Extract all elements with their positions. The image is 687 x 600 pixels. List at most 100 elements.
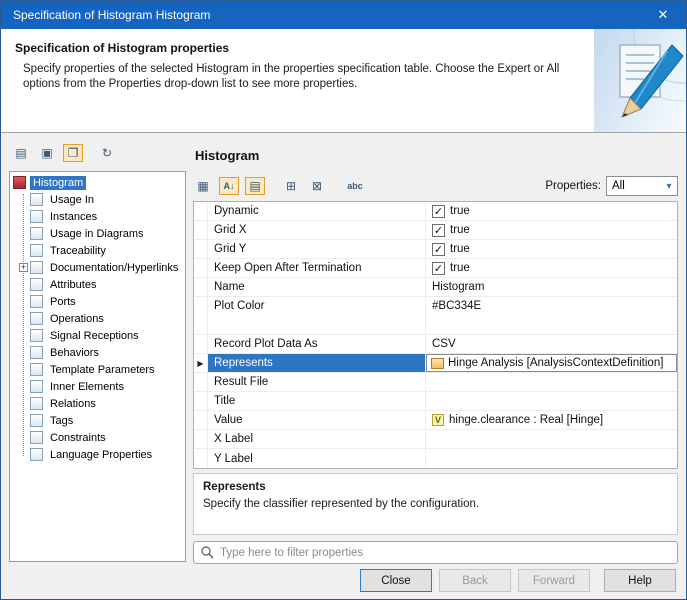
tree-item-label: Documentation/Hyperlinks [47, 261, 181, 275]
property-row-keep-open-after-termination[interactable]: Keep Open After Termination✓true [194, 259, 677, 278]
property-name: Grid Y [208, 240, 426, 258]
element-icon [30, 448, 43, 461]
checkbox-checked-icon[interactable]: ✓ [432, 205, 445, 218]
property-row-value[interactable]: ValueVhinge.clearance : Real [Hinge] [194, 411, 677, 430]
customize-icon[interactable]: abc [345, 177, 365, 195]
sort-alphabetically-icon[interactable]: A↓ [219, 177, 239, 195]
row-margin [194, 411, 208, 429]
property-row-y-label[interactable]: Y Label [194, 449, 677, 468]
tree-item-language-properties[interactable]: Language Properties [10, 446, 185, 463]
value-text: Histogram [432, 281, 484, 293]
row-margin [194, 449, 208, 468]
tree-item-label: Traceability [47, 244, 109, 258]
close-icon[interactable]: ✕ [640, 1, 686, 29]
property-row-dynamic[interactable]: Dynamic✓true [194, 202, 677, 221]
close-dialog-button[interactable]: Close [360, 569, 432, 592]
element-icon [30, 414, 43, 427]
tree-item-documentation-hyperlinks[interactable]: + Documentation/Hyperlinks [10, 259, 185, 276]
value-text: #BC334E [432, 300, 481, 312]
property-name: Result File [208, 373, 426, 391]
tree-item-label: Template Parameters [47, 363, 158, 377]
property-name: Keep Open After Termination [208, 259, 426, 277]
checkbox-checked-icon[interactable]: ✓ [432, 224, 445, 237]
grid-view-icon[interactable]: ▤ [11, 144, 31, 162]
property-row-title[interactable]: Title [194, 392, 677, 411]
spec-tree[interactable]: HistogramUsage InInstancesUsage in Diagr… [9, 171, 186, 562]
property-name: X Label [208, 430, 426, 448]
property-name: Represents [208, 354, 426, 372]
titlebar[interactable]: Specification of Histogram Histogram ✕ [1, 1, 686, 29]
tree-item-attributes[interactable]: Attributes [10, 276, 185, 293]
element-icon [30, 312, 43, 325]
collapse-all-icon[interactable]: ⊠ [307, 177, 327, 195]
header-title: Specification of Histogram properties [15, 41, 229, 55]
tree-item-label: Ports [47, 295, 79, 309]
row-margin [194, 297, 208, 334]
histogram-icon [13, 176, 26, 189]
tree-item-constraints[interactable]: Constraints [10, 429, 185, 446]
element-icon [30, 295, 43, 308]
property-value [426, 373, 677, 391]
checkbox-label: true [450, 205, 470, 217]
property-row-represents[interactable]: ▶RepresentsHinge Analysis [AnalysisConte… [194, 354, 677, 373]
row-margin [194, 392, 208, 410]
checkbox-checked-icon[interactable]: ✓ [432, 243, 445, 256]
properties-mode-dropdown[interactable]: All ▾ [606, 176, 678, 196]
tree-item-ports[interactable]: Ports [10, 293, 185, 310]
tree-item-usage-in[interactable]: Usage In [10, 191, 185, 208]
row-margin [194, 240, 208, 258]
refresh-icon[interactable]: ↻ [97, 144, 117, 162]
tree-item-behaviors[interactable]: Behaviors [10, 344, 185, 361]
chevron-down-icon: ▾ [661, 181, 677, 192]
property-row-record-plot-data-as[interactable]: Record Plot Data AsCSV [194, 335, 677, 354]
categorized-view-icon[interactable]: ▦ [193, 177, 213, 195]
property-value: Histogram [426, 278, 677, 296]
tree-item-histogram[interactable]: Histogram [10, 174, 185, 191]
tree-item-inner-elements[interactable]: Inner Elements [10, 378, 185, 395]
property-value: CSV [426, 335, 677, 353]
property-description-panel: Represents Specify the classifier repres… [193, 473, 678, 535]
help-button[interactable]: Help [604, 569, 676, 592]
tree-item-traceability[interactable]: Traceability [10, 242, 185, 259]
expand-toggle-icon[interactable]: + [19, 263, 28, 272]
property-value: Vhinge.clearance : Real [Hinge] [426, 411, 677, 429]
value-text: CSV [432, 338, 456, 350]
tree-item-usage-in-diagrams[interactable]: Usage in Diagrams [10, 225, 185, 242]
property-row-grid-y[interactable]: Grid Y✓true [194, 240, 677, 259]
checkbox-label: true [450, 224, 470, 236]
element-value-text: Hinge Analysis [AnalysisContextDefinitio… [448, 357, 663, 369]
tree-item-label: Inner Elements [47, 380, 127, 394]
row-margin [194, 259, 208, 277]
property-row-grid-x[interactable]: Grid X✓true [194, 221, 677, 240]
expert-mode-icon[interactable]: ▤ [245, 177, 265, 195]
element-icon [30, 363, 43, 376]
value-property-icon: V [432, 414, 444, 426]
property-row-x-label[interactable]: X Label [194, 430, 677, 449]
element-icon [30, 431, 43, 444]
tree-item-operations[interactable]: Operations [10, 310, 185, 327]
tree-item-label: Language Properties [47, 448, 155, 462]
property-row-name[interactable]: NameHistogram [194, 278, 677, 297]
tree-view-icon[interactable]: ▣ [37, 144, 57, 162]
property-row-result-file[interactable]: Result File [194, 373, 677, 392]
property-value: Hinge Analysis [AnalysisContextDefinitio… [426, 354, 677, 372]
tree-item-instances[interactable]: Instances [10, 208, 185, 225]
expand-all-icon[interactable]: ⊞ [281, 177, 301, 195]
element-value-editor[interactable]: Hinge Analysis [AnalysisContextDefinitio… [426, 354, 677, 372]
property-value: #BC334E [426, 297, 677, 334]
compartments-view-icon[interactable]: ❐ [63, 144, 83, 162]
element-icon [30, 278, 43, 291]
property-row-plot-color[interactable]: Plot Color#BC334E [194, 297, 677, 335]
tree-item-template-parameters[interactable]: Template Parameters [10, 361, 185, 378]
tree-item-tags[interactable]: Tags [10, 412, 185, 429]
filter-area [193, 541, 678, 564]
props-toolbar-icons: ▦ A↓ ▤ ⊞ ⊠ abc [193, 177, 545, 195]
tree-item-signal-receptions[interactable]: Signal Receptions [10, 327, 185, 344]
tree-item-relations[interactable]: Relations [10, 395, 185, 412]
element-icon [30, 329, 43, 342]
checkbox-checked-icon[interactable]: ✓ [432, 262, 445, 275]
tree-item-label: Histogram [30, 176, 86, 190]
filter-input[interactable] [193, 541, 678, 564]
description-text: Specify the classifier represented by th… [203, 498, 668, 510]
description-title: Represents [203, 481, 668, 493]
